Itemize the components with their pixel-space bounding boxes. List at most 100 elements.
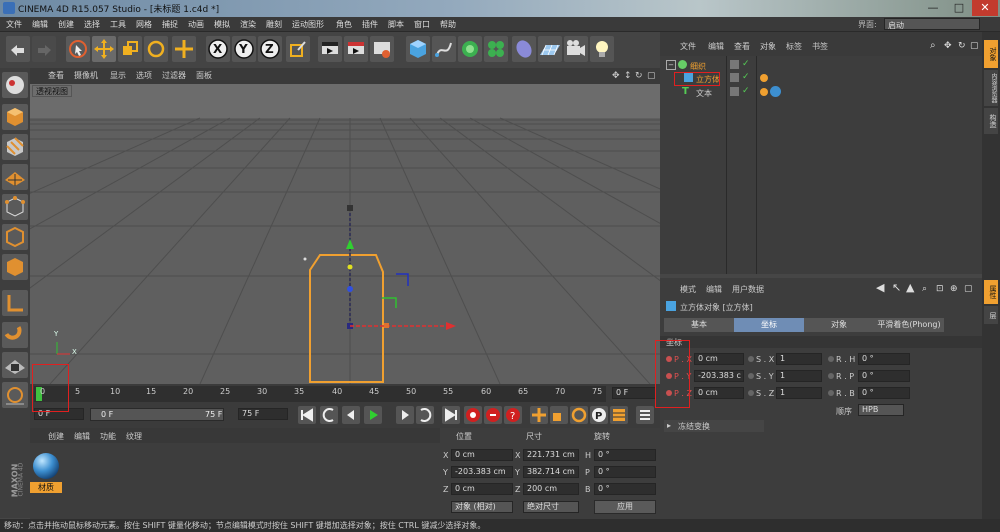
om-maximize-icon[interactable]: ▢ xyxy=(970,40,979,52)
om-pan-icon[interactable]: ✥ xyxy=(944,40,952,52)
coord-pos-y[interactable]: -203.383 cm xyxy=(451,466,513,478)
max-frame-field[interactable]: 75 F xyxy=(238,408,288,420)
animate-dot[interactable] xyxy=(828,356,834,362)
points-mode-icon[interactable] xyxy=(2,194,28,220)
attr-pos-x[interactable]: 0 cm xyxy=(694,353,744,365)
am-new-window-icon[interactable]: ⊕ xyxy=(950,283,958,295)
tab-coordinates[interactable]: 坐标 xyxy=(734,318,804,332)
menu-mograph[interactable]: 运动图形 xyxy=(292,19,324,30)
tab-layers[interactable]: 层 xyxy=(984,306,998,324)
menu-file[interactable]: 文件 xyxy=(6,19,22,30)
axis-mode-icon[interactable] xyxy=(2,290,28,316)
menu-sculpt[interactable]: 雕刻 xyxy=(266,19,282,30)
undo-icon[interactable] xyxy=(6,36,30,62)
key-position-icon[interactable] xyxy=(530,406,548,424)
menu-simulate[interactable]: 模拟 xyxy=(214,19,230,30)
freeze-expand-icon[interactable]: ▸ xyxy=(667,421,671,430)
menu-create[interactable]: 创建 xyxy=(58,19,74,30)
coord-rot-b[interactable]: 0 ° xyxy=(594,483,656,495)
menu-mesh[interactable]: 网格 xyxy=(136,19,152,30)
range-slider[interactable]: 0 F 75 F xyxy=(90,408,224,421)
last-tool-icon[interactable] xyxy=(172,36,196,62)
floor-icon[interactable] xyxy=(538,36,562,62)
coord-size-y[interactable]: 382.714 cm xyxy=(523,466,579,478)
am-search-icon[interactable]: ⌕ xyxy=(922,283,927,295)
animate-dot[interactable] xyxy=(748,373,754,379)
key-parameter-icon[interactable]: P xyxy=(590,406,608,424)
layout-select[interactable]: 启动 xyxy=(884,18,980,30)
scale-icon[interactable] xyxy=(118,36,142,62)
attr-rot-b[interactable]: 0 ° xyxy=(858,387,910,399)
menu-animate[interactable]: 动画 xyxy=(188,19,204,30)
mat-menu-edit[interactable]: 编辑 xyxy=(74,431,90,442)
polygons-mode-icon[interactable] xyxy=(2,254,28,280)
om-menu-tags[interactable]: 标签 xyxy=(786,41,802,52)
maximize-button[interactable]: □ xyxy=(946,0,972,16)
tab-structure[interactable]: 构造 xyxy=(984,108,998,134)
record-key-icon[interactable] xyxy=(464,406,482,424)
coord-pos-z[interactable]: 0 cm xyxy=(451,483,513,495)
previous-frame-icon[interactable] xyxy=(342,406,360,424)
next-frame-icon[interactable] xyxy=(396,406,414,424)
lock-workplane-icon[interactable] xyxy=(2,352,28,378)
coord-rot-p[interactable]: 0 ° xyxy=(594,466,656,478)
visible-check-icon[interactable]: ✓ xyxy=(742,59,750,69)
material-name[interactable]: 材质 xyxy=(30,482,62,493)
am-menu-userdata[interactable]: 用户数据 xyxy=(732,284,764,295)
attr-rot-p[interactable]: 0 ° xyxy=(858,370,910,382)
menu-character[interactable]: 角色 xyxy=(336,19,352,30)
apply-button[interactable]: 应用 xyxy=(594,500,656,514)
rotation-order-select[interactable]: HPB xyxy=(858,404,904,416)
coord-size-x[interactable]: 221.731 cm xyxy=(523,449,579,461)
go-to-end-icon[interactable] xyxy=(442,406,460,424)
frame-field-right[interactable]: 0 F xyxy=(612,387,656,399)
pan-view-icon[interactable]: ✥ xyxy=(612,70,620,82)
workplane-icon[interactable] xyxy=(2,164,28,190)
key-rotation-icon[interactable] xyxy=(570,406,588,424)
am-maximize-icon[interactable]: ▢ xyxy=(964,283,973,295)
model-mode-icon[interactable] xyxy=(2,104,28,130)
planar-workplane-icon[interactable] xyxy=(2,382,28,408)
y-axis-icon[interactable]: Y xyxy=(232,36,256,62)
menu-render[interactable]: 渲染 xyxy=(240,19,256,30)
list-item[interactable]: T 文本 ✓ xyxy=(660,86,982,99)
animate-dot[interactable] xyxy=(748,356,754,362)
next-key-icon[interactable] xyxy=(416,406,434,424)
redo-icon[interactable] xyxy=(32,36,56,62)
collapse-icon[interactable]: − xyxy=(666,60,676,70)
cube-icon[interactable] xyxy=(406,36,430,62)
perspective-viewport[interactable]: 透视视图 Y X xyxy=(30,84,660,384)
attr-scale-x[interactable]: 1 xyxy=(776,353,822,365)
vp-menu-view[interactable]: 查看 xyxy=(48,70,64,81)
om-menu-view[interactable]: 查看 xyxy=(734,41,750,52)
material-swatch[interactable] xyxy=(30,450,62,486)
coord-rot-h[interactable]: 0 ° xyxy=(594,449,656,461)
move-icon[interactable] xyxy=(92,36,116,62)
animate-dot[interactable] xyxy=(828,373,834,379)
layer-icon[interactable] xyxy=(730,87,739,96)
edges-mode-icon[interactable] xyxy=(2,224,28,250)
layer-icon[interactable] xyxy=(730,73,739,82)
menu-tools[interactable]: 工具 xyxy=(110,19,126,30)
timeline-menu-icon[interactable] xyxy=(636,406,654,424)
up-arrow-icon[interactable]: ↖ xyxy=(892,282,901,294)
vp-menu-filter[interactable]: 过滤器 xyxy=(162,70,186,81)
vp-menu-display[interactable]: 显示 xyxy=(110,70,126,81)
attr-pos-y[interactable]: -203.383 c xyxy=(694,370,744,382)
key-scale-icon[interactable] xyxy=(550,406,568,424)
tab-attributes[interactable]: 属性 xyxy=(984,280,998,304)
z-axis-icon[interactable]: Z xyxy=(258,36,282,62)
menu-help[interactable]: 帮助 xyxy=(440,19,456,30)
back-arrow-icon[interactable]: ◀ xyxy=(876,282,884,294)
rotate-view-icon[interactable]: ↻ xyxy=(635,70,643,82)
om-menu-file[interactable]: 文件 xyxy=(680,41,696,52)
close-button[interactable]: ✕ xyxy=(972,0,998,16)
texture-mode-icon[interactable] xyxy=(2,134,28,160)
maximize-view-icon[interactable]: ▢ xyxy=(647,70,656,82)
material-tag-icon[interactable] xyxy=(770,86,781,97)
rotate-icon[interactable] xyxy=(144,36,168,62)
spline-pen-icon[interactable] xyxy=(432,36,456,62)
search-icon[interactable]: ⌕ xyxy=(930,40,936,52)
mat-menu-texture[interactable]: 纹理 xyxy=(126,431,142,442)
coord-size-z[interactable]: 200 cm xyxy=(523,483,579,495)
